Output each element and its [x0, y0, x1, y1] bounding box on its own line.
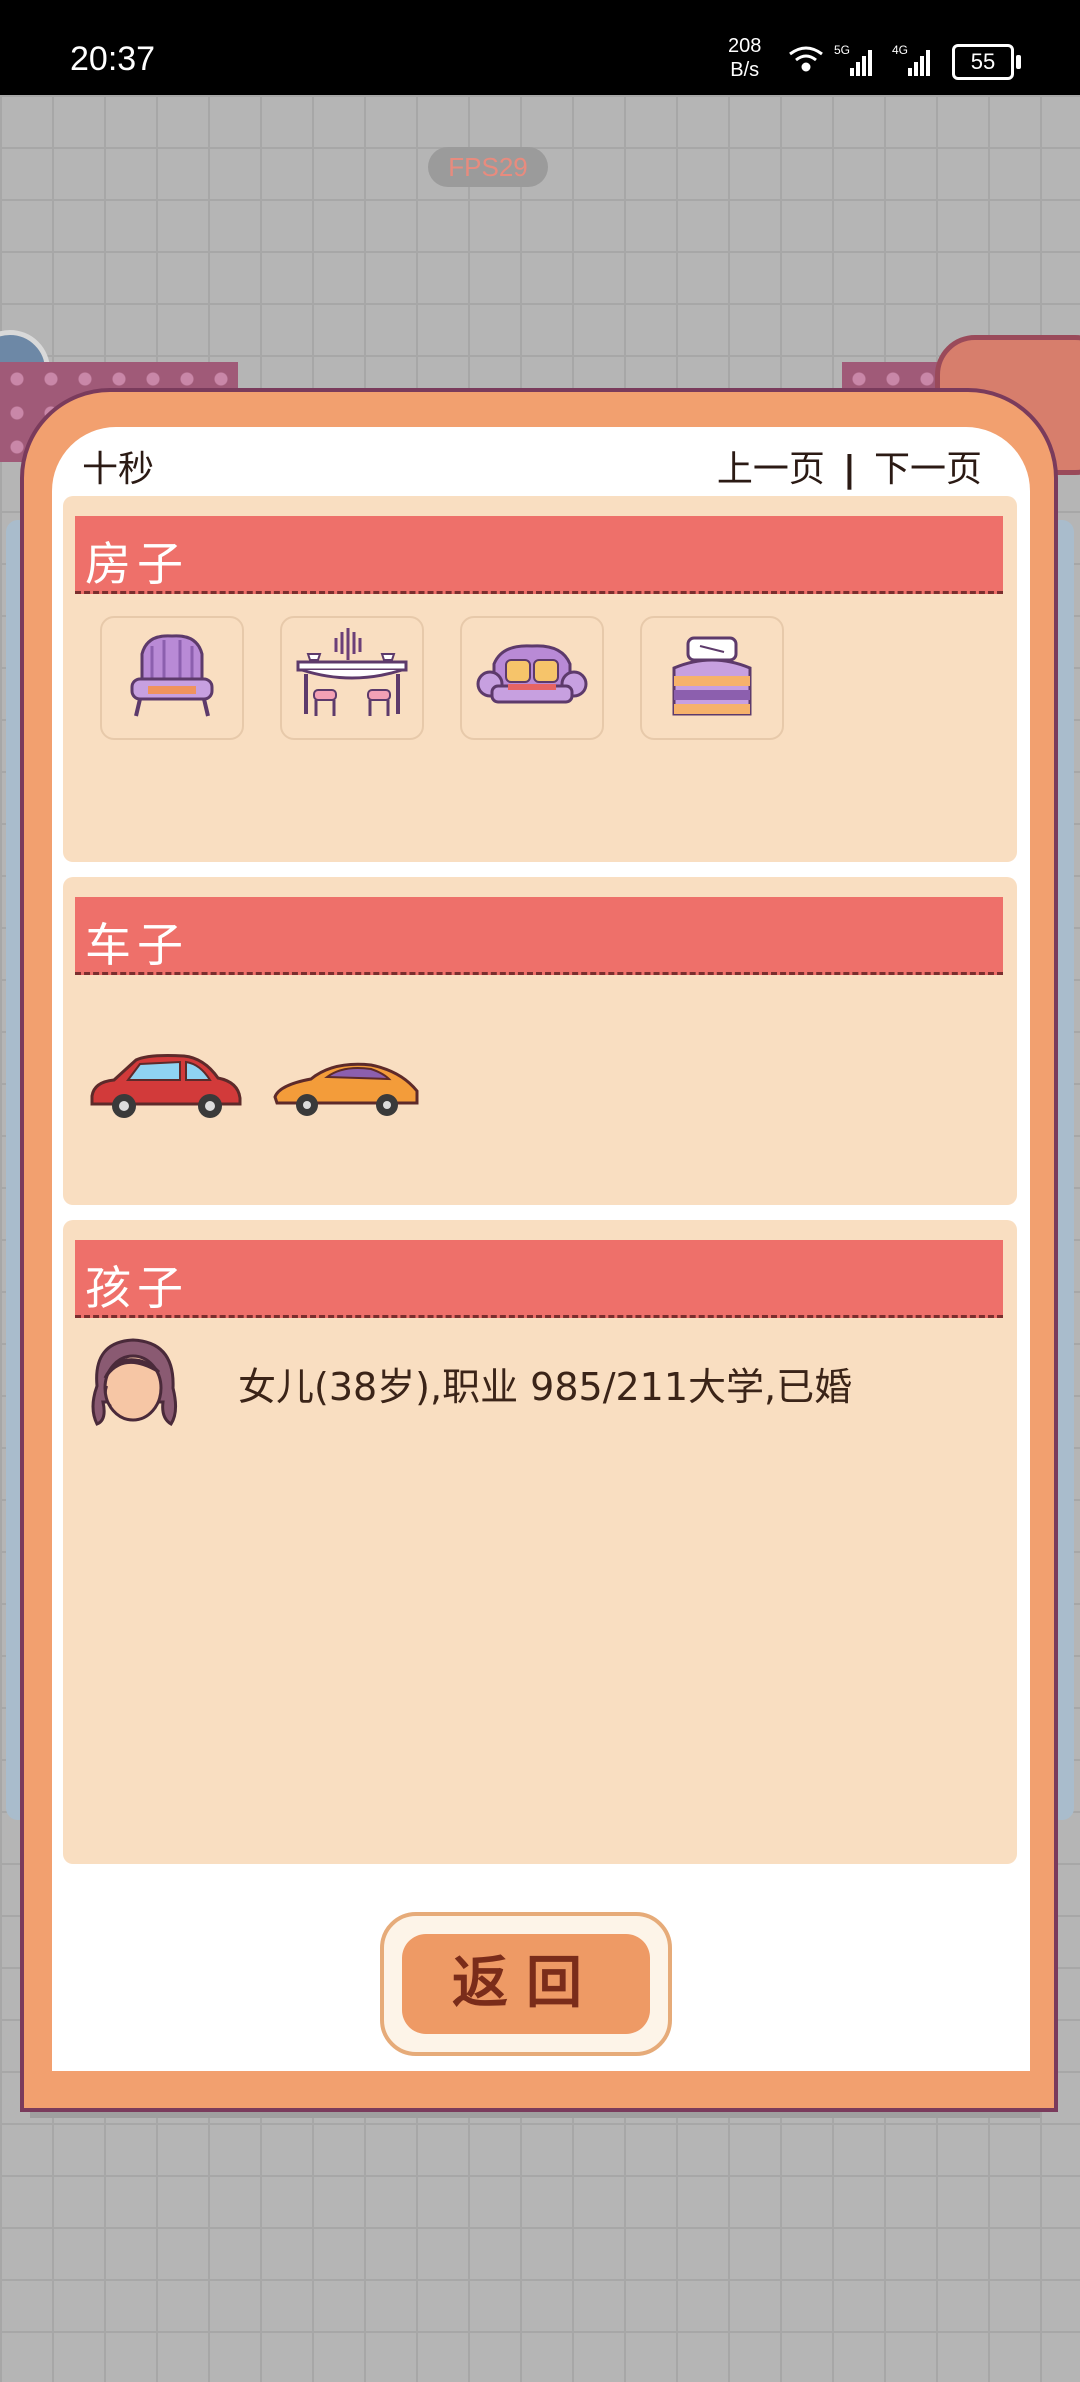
red-car-icon[interactable] — [88, 1052, 244, 1120]
car-section-header: 车子 — [75, 897, 1003, 975]
prev-page-link[interactable]: 上一页 — [717, 449, 825, 490]
car-section: 车子 — [63, 877, 1017, 1205]
child-section-header: 孩子 — [75, 1240, 1003, 1318]
battery-icon: 55 — [952, 44, 1021, 80]
dining-table-icon — [296, 628, 408, 716]
svg-text:4G: 4G — [892, 43, 908, 57]
svg-text:5G: 5G — [834, 43, 850, 57]
house-item-sofa[interactable] — [460, 616, 604, 740]
house-section-header: 房子 — [75, 516, 1003, 594]
child-section-title: 孩子 — [85, 1261, 189, 1315]
orange-sports-car-icon[interactable] — [271, 1057, 421, 1119]
house-section-title: 房子 — [85, 537, 189, 591]
child-section: 孩子 女儿(38岁),职业 985/211大学,已婚 — [63, 1220, 1017, 1864]
pagination: 上一页 | 下一页 — [717, 440, 982, 492]
house-item-bed[interactable] — [640, 616, 784, 740]
house-section: 房子 — [63, 496, 1017, 862]
daughter-avatar-icon — [91, 1338, 178, 1427]
house-item-armchair[interactable] — [100, 616, 244, 740]
network-speed-unit: B/s — [730, 59, 760, 81]
house-item-dining-table[interactable] — [280, 616, 424, 740]
signal-4g-icon: 4G — [892, 43, 930, 76]
car-section-title: 车子 — [85, 918, 189, 972]
bed-icon — [672, 636, 752, 716]
status-time: 20:37 — [70, 40, 156, 78]
fps-counter: FPS29 — [428, 147, 548, 187]
armchair-icon — [130, 634, 214, 717]
back-button-frame: 返回 — [380, 1912, 672, 2056]
network-speed-value: 208 — [728, 35, 762, 57]
back-button[interactable]: 返回 — [402, 1934, 650, 2034]
child-description: 女儿(38岁),职业 985/211大学,已婚 — [238, 1365, 853, 1409]
pager-separator: | — [842, 449, 856, 490]
sofa-icon — [476, 644, 588, 704]
player-name: 十秒 — [82, 449, 155, 490]
network-speed: 208 B/s — [728, 34, 761, 82]
wifi-icon — [789, 46, 823, 72]
next-page-link[interactable]: 下一页 — [874, 449, 982, 490]
signal-5g-icon: 5G — [834, 43, 872, 76]
status-bar: 20:37 208 B/s 5G 4G 55 — [0, 0, 1080, 95]
